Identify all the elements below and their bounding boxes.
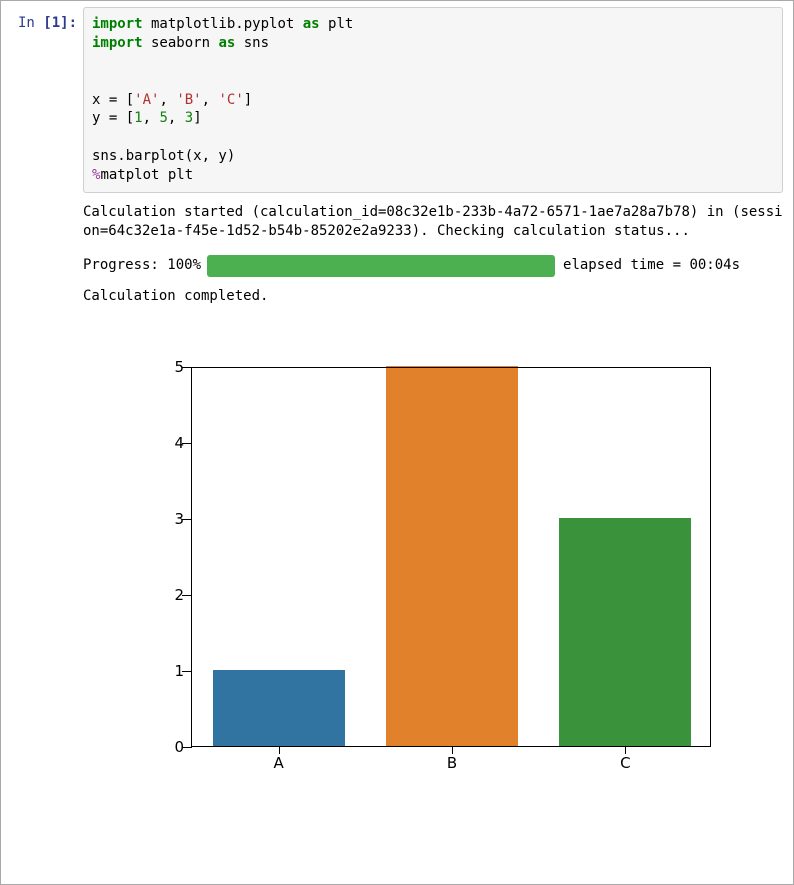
code-token: import — [92, 35, 143, 51]
output-area: Calculation started (calculation_id=08c3… — [83, 203, 783, 774]
code-cell: In [1]: import matplotlib.pyplot as plt … — [11, 7, 783, 193]
code-token: x = [ — [92, 92, 134, 108]
y-tick-label: 5 — [158, 357, 184, 377]
code-token: 3 — [185, 110, 193, 126]
x-tick-label: A — [274, 753, 284, 773]
code-token: sns — [235, 35, 269, 51]
code-token: 1 — [134, 110, 142, 126]
code-token: import — [92, 16, 143, 32]
y-tick-label: 1 — [158, 661, 184, 681]
code-token: y = [ — [92, 110, 134, 126]
prompt-number: [1]: — [43, 15, 77, 31]
code-token: , — [168, 110, 185, 126]
code-input-area[interactable]: import matplotlib.pyplot as plt import s… — [83, 7, 783, 193]
calc-completed-text: Calculation completed. — [83, 287, 783, 306]
x-tick-label: C — [620, 753, 630, 773]
code-token: matplotlib.pyplot — [143, 16, 303, 32]
bar-B — [386, 366, 518, 746]
code-token: as — [303, 16, 320, 32]
y-tick-label: 2 — [158, 585, 184, 605]
x-tick-label: B — [447, 753, 457, 773]
code-token: 'A' — [134, 92, 159, 108]
elapsed-time-label: elapsed time = 00:04s — [555, 256, 740, 275]
code-token: ] — [244, 92, 252, 108]
prompt-in-text: In — [18, 15, 43, 31]
progress-label: Progress: 100% — [83, 256, 207, 275]
code-token: ] — [193, 110, 201, 126]
code-token: 'B' — [176, 92, 201, 108]
y-tick-label: 3 — [158, 509, 184, 529]
bar-A — [213, 670, 345, 746]
code-token: 5 — [159, 110, 167, 126]
progress-row: Progress: 100% elapsed time = 00:04s — [83, 255, 783, 277]
bar-chart: 012345ABC — [151, 361, 716, 774]
code-token: sns.barplot(x, y) — [92, 148, 235, 164]
y-tick-label: 4 — [158, 433, 184, 453]
code-token: , — [159, 92, 176, 108]
code-token: , — [143, 110, 160, 126]
progress-bar — [207, 255, 555, 277]
calc-status-text: Calculation started (calculation_id=08c3… — [83, 203, 783, 241]
code-token: , — [202, 92, 219, 108]
code-token: as — [218, 35, 235, 51]
bar-C — [559, 518, 691, 746]
code-token: seaborn — [143, 35, 219, 51]
notebook-cell-container: In [1]: import matplotlib.pyplot as plt … — [0, 0, 794, 885]
code-token: matplot plt — [100, 167, 193, 183]
plot-axes: 012345ABC — [191, 367, 711, 747]
code-token: 'C' — [218, 92, 243, 108]
input-prompt: In [1]: — [11, 7, 83, 31]
y-tick-label: 0 — [158, 737, 184, 757]
code-token: plt — [320, 16, 354, 32]
